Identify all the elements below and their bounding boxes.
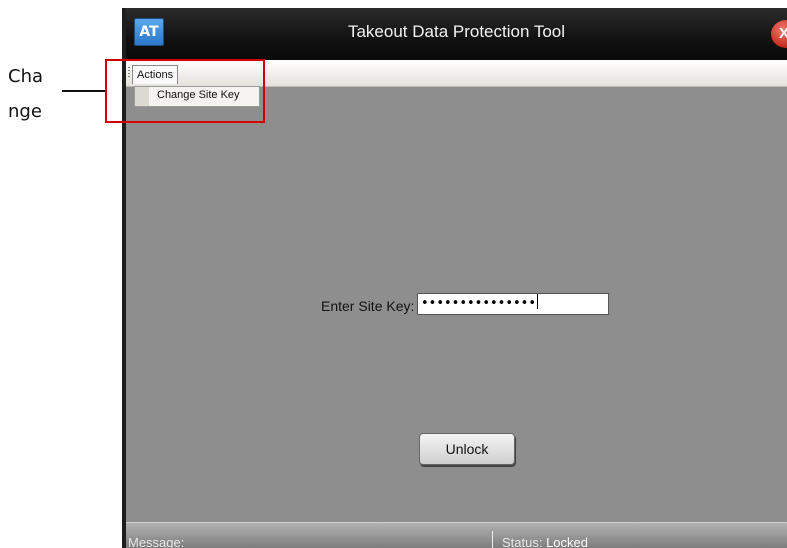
close-button[interactable]: X — [771, 20, 787, 48]
title-bar[interactable]: AT Takeout Data Protection Tool X — [126, 8, 787, 60]
callout-connector-line — [62, 90, 106, 92]
text-caret — [537, 294, 539, 309]
callout-text-continued: nge — [8, 101, 42, 122]
status-label: Status: — [502, 535, 547, 548]
message-label: Message: — [128, 535, 185, 548]
site-key-masked-value: ••••••••••••••• — [421, 296, 537, 311]
status-text: Status: Locked — [502, 535, 588, 548]
status-value: Locked — [546, 535, 588, 548]
callout-text: Cha — [8, 66, 44, 87]
site-key-label: Enter Site Key: — [321, 298, 415, 314]
status-bar: Message: Status: Locked — [126, 522, 787, 548]
window-title: Takeout Data Protection Tool — [347, 22, 566, 41]
site-key-input[interactable]: ••••••••••••••• — [417, 293, 609, 315]
unlock-button[interactable]: Unlock — [419, 433, 515, 465]
status-divider — [492, 531, 493, 548]
callout-highlight-box — [105, 59, 265, 123]
